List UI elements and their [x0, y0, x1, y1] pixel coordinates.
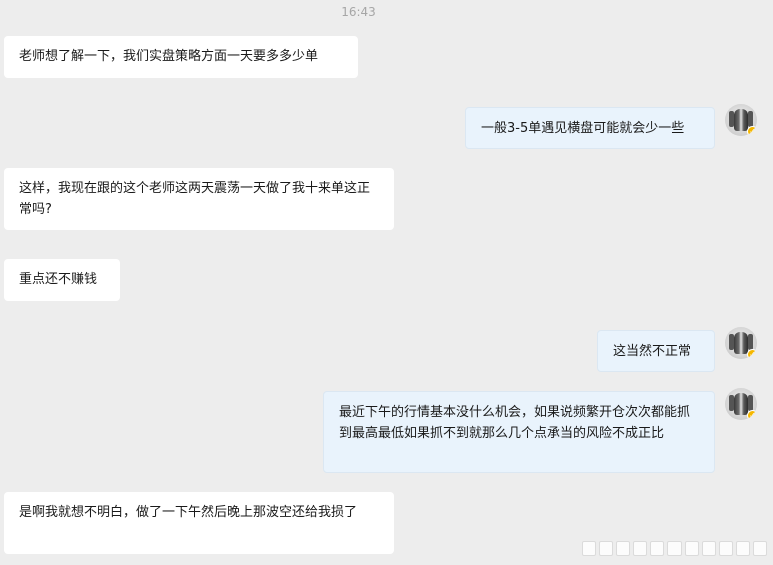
- message-text: 是啊我就想不明白，做了一下午然后晚上那波空还给我损了: [19, 505, 358, 520]
- outgoing-message-bubble[interactable]: 最近下午的行情基本没什么机会，如果说频繁开仓次次都能抓到最高最低如果抓不到就那么…: [323, 391, 715, 473]
- message-text: 重点还不赚钱: [19, 272, 98, 287]
- verified-badge-icon: ✓: [747, 410, 757, 420]
- verified-badge-icon: ✓: [747, 349, 757, 359]
- avatar-figure: [734, 393, 748, 415]
- avatar-detail: [748, 111, 753, 127]
- message-text: 这当然不正常: [613, 344, 692, 359]
- watermark-block: [684, 540, 699, 556]
- incoming-message-bubble[interactable]: 是啊我就想不明白，做了一下午然后晚上那波空还给我损了: [4, 492, 394, 554]
- watermark-block: [616, 540, 631, 556]
- verified-badge-icon: ✓: [747, 126, 757, 136]
- outgoing-message-bubble[interactable]: 一般3-5单遇见横盘可能就会少一些: [465, 107, 715, 149]
- watermark-block: [718, 540, 733, 556]
- message-text: 这样，我现在跟的这个老师这两天震荡一天做了我十来单这正常吗?: [19, 181, 371, 217]
- user-avatar-icon[interactable]: ✓: [725, 388, 757, 420]
- message-text: 最近下午的行情基本没什么机会，如果说频繁开仓次次都能抓到最高最低如果抓不到就那么…: [339, 405, 691, 441]
- avatar-figure: [734, 332, 748, 354]
- message-timestamp: 16:43: [341, 5, 376, 19]
- message-text: 老师想了解一下，我们实盘策略方面一天要多多少单: [19, 49, 319, 64]
- message-text: 一般3-5单遇见横盘可能就会少一些: [481, 121, 685, 136]
- watermark-block: [667, 540, 682, 556]
- avatar-detail: [748, 334, 753, 350]
- outgoing-message-bubble[interactable]: 这当然不正常: [597, 330, 715, 372]
- watermark: [582, 539, 768, 557]
- avatar-figure: [734, 109, 748, 131]
- watermark-block: [735, 540, 750, 556]
- incoming-message-bubble[interactable]: 这样，我现在跟的这个老师这两天震荡一天做了我十来单这正常吗?: [4, 168, 394, 230]
- user-avatar-icon[interactable]: ✓: [725, 327, 757, 359]
- watermark-block: [633, 540, 648, 556]
- incoming-message-bubble[interactable]: 重点还不赚钱: [4, 259, 120, 301]
- watermark-block: [582, 540, 597, 556]
- avatar-detail: [748, 395, 753, 411]
- incoming-message-bubble[interactable]: 老师想了解一下，我们实盘策略方面一天要多多少单: [4, 36, 358, 78]
- watermark-block: [752, 540, 768, 556]
- chat-window: 16:43 老师想了解一下，我们实盘策略方面一天要多多少单 一般3-5单遇见横盘…: [0, 0, 773, 565]
- watermark-block: [701, 540, 716, 556]
- watermark-block: [599, 540, 614, 556]
- watermark-block: [650, 540, 665, 556]
- user-avatar-icon[interactable]: ✓: [725, 104, 757, 136]
